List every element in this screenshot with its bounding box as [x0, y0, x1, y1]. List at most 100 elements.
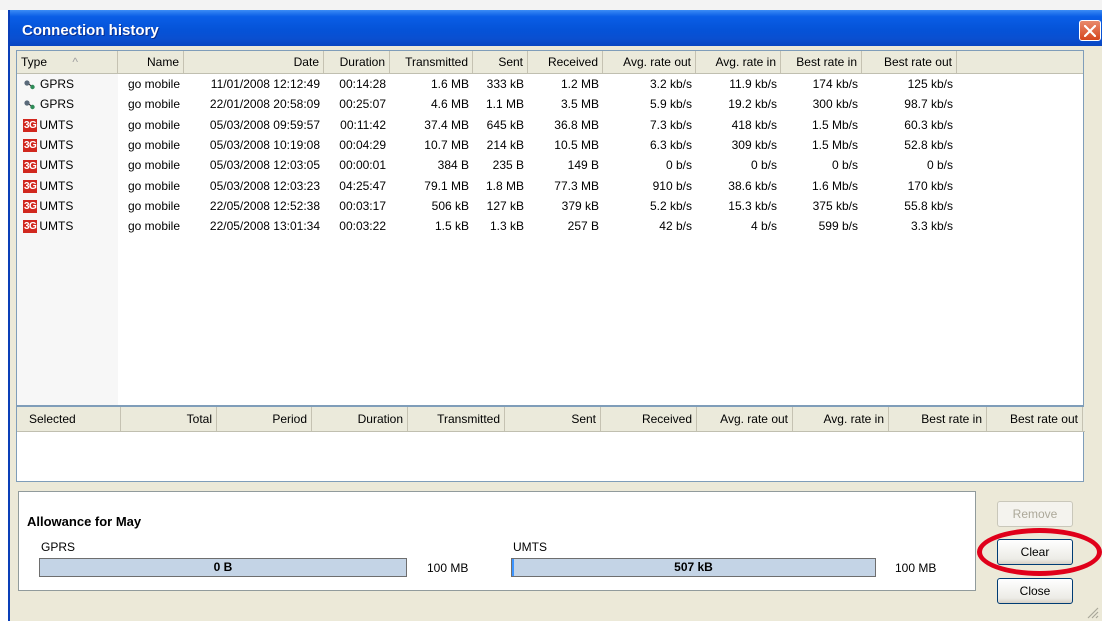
column-header-name[interactable]: Name [118, 51, 184, 73]
column-header-summary-avg-rate-out[interactable]: Avg. rate out [697, 407, 793, 431]
column-header-avg-rate-out[interactable]: Avg. rate out [603, 51, 696, 73]
close-icon [1084, 25, 1096, 37]
cell-name: go mobile [127, 137, 180, 152]
cell-avg-out: 5.9 kb/s [649, 97, 692, 112]
cell-received: 379 kB [561, 198, 599, 213]
clear-button[interactable]: Clear [997, 539, 1073, 565]
cell-best-out: 0 b/s [926, 158, 953, 173]
type-label: UMTS [39, 158, 74, 173]
table-row[interactable]: 3G UMTS go mobile 22/05/2008 12:52:38 00:03:… [17, 196, 1083, 216]
table-row[interactable]: GPRS go mobile 11/01/2008 12:12:49 00:14:28… [17, 74, 1083, 94]
cell-best-out: 55.8 kb/s [904, 198, 953, 213]
allowance-panel: Allowance for May GPRS 0 B 100 MB UMTS 5… [18, 491, 976, 591]
cell-duration: 00:00:01 [339, 158, 386, 173]
cell-date: 05/03/2008 10:19:08 [209, 137, 320, 152]
selection-summary-header: Selected Total Period Duration Transmitt… [17, 407, 1085, 432]
cell-best-in: 1.5 Mb/s [811, 137, 858, 152]
column-header-period[interactable]: Period [217, 407, 312, 431]
cell-transmitted: 10.7 MB [424, 137, 469, 152]
table-row[interactable]: GPRS go mobile 22/01/2008 20:58:09 00:25:07… [17, 94, 1083, 114]
type-label: UMTS [39, 219, 74, 234]
column-header-received[interactable]: Received [528, 51, 603, 73]
column-header-best-rate-in[interactable]: Best rate in [781, 51, 862, 73]
selection-summary-list[interactable]: Selected Total Period Duration Transmitt… [16, 406, 1085, 482]
column-header-best-rate-out[interactable]: Best rate out [862, 51, 957, 73]
cell-best-out: 3.3 kb/s [910, 219, 953, 234]
cell-sent: 214 kB [486, 137, 524, 152]
column-header-avg-rate-in[interactable]: Avg. rate in [696, 51, 781, 73]
cell-date: 22/05/2008 12:52:38 [209, 198, 320, 213]
cell-received: 149 B [567, 158, 599, 173]
cell-transmitted: 79.1 MB [424, 178, 469, 193]
column-header-total[interactable]: Total [121, 407, 217, 431]
umts-limit: 100 MB [895, 561, 937, 575]
cell-avg-out: 0 b/s [665, 158, 692, 173]
cell-date: 05/03/2008 12:03:05 [209, 158, 320, 173]
table-row[interactable]: 3G UMTS go mobile 22/05/2008 13:01:34 00:03:… [17, 216, 1083, 236]
type-label: GPRS [40, 97, 75, 112]
cell-received: 77.3 MB [554, 178, 599, 193]
resize-grip-icon[interactable] [1085, 605, 1099, 619]
close-button[interactable]: Close [997, 578, 1073, 604]
cell-received: 257 B [567, 219, 599, 234]
column-header-summary-best-rate-out[interactable]: Best rate out [987, 407, 1083, 431]
column-header-date[interactable]: Date [184, 51, 324, 73]
3g-icon: 3G [23, 220, 38, 234]
cell-best-in: 0 b/s [831, 158, 858, 173]
cell-duration: 04:25:47 [339, 178, 386, 193]
cell-name: go mobile [127, 178, 180, 193]
cell-type: 3G UMTS [17, 115, 118, 135]
allowance-title: Allowance for May [27, 514, 142, 529]
column-header-selected[interactable]: Selected [17, 407, 121, 431]
column-header-summary-duration[interactable]: Duration [312, 407, 408, 431]
cell-avg-in: 309 kb/s [731, 137, 777, 152]
cell-best-in: 1.5 Mb/s [811, 117, 858, 132]
column-header-summary-best-rate-in[interactable]: Best rate in [889, 407, 987, 431]
cell-transmitted: 37.4 MB [424, 117, 469, 132]
table-row[interactable]: 3G UMTS go mobile 05/03/2008 10:19:08 00:04:… [17, 135, 1083, 155]
cell-name: go mobile [127, 198, 180, 213]
3g-icon: 3G [23, 200, 38, 214]
column-header-summary-sent[interactable]: Sent [505, 407, 601, 431]
type-label: UMTS [39, 178, 74, 193]
cell-best-out: 125 kb/s [907, 77, 953, 91]
table-row[interactable]: 3G UMTS go mobile 05/03/2008 12:03:23 04:25:… [17, 176, 1083, 196]
gprs-limit: 100 MB [427, 561, 469, 575]
cell-best-in: 300 kb/s [812, 97, 858, 112]
3g-icon: 3G [23, 179, 38, 193]
column-header-type[interactable]: Type ^ [17, 51, 118, 73]
cell-type: GPRS [17, 94, 118, 114]
cell-best-out: 98.7 kb/s [904, 97, 953, 112]
column-header-sent[interactable]: Sent [473, 51, 528, 73]
column-header-summary-received[interactable]: Received [601, 407, 697, 431]
cell-avg-in: 11.9 kb/s [729, 77, 777, 91]
cell-avg-out: 6.3 kb/s [649, 137, 692, 152]
cell-best-out: 52.8 kb/s [904, 137, 953, 152]
sort-indicator-icon: ^ [72, 55, 78, 69]
cell-avg-out: 910 b/s [652, 178, 692, 193]
cell-type: 3G UMTS [17, 216, 118, 236]
title-bar[interactable]: Connection history [10, 10, 1102, 46]
cell-best-in: 375 kb/s [812, 198, 858, 213]
gprs-icon [24, 80, 35, 90]
cell-name: go mobile [127, 97, 180, 112]
cell-sent: 333 kB [486, 77, 524, 91]
cell-type: 3G UMTS [17, 176, 118, 196]
3g-icon: 3G [23, 159, 38, 173]
cell-duration: 00:25:07 [339, 97, 386, 112]
cell-sent: 127 kB [486, 198, 524, 213]
cell-duration: 00:03:22 [339, 219, 386, 234]
column-header-duration[interactable]: Duration [324, 51, 390, 73]
cell-received: 10.5 MB [554, 137, 599, 152]
column-header-transmitted[interactable]: Transmitted [390, 51, 473, 73]
cell-transmitted: 1.6 MB [430, 77, 469, 91]
cell-type: GPRS [17, 74, 118, 94]
window-close-button[interactable] [1079, 20, 1101, 41]
column-header-summary-avg-rate-in[interactable]: Avg. rate in [793, 407, 889, 431]
cell-avg-out: 7.3 kb/s [649, 117, 692, 132]
column-header-summary-transmitted[interactable]: Transmitted [408, 407, 505, 431]
remove-button[interactable]: Remove [997, 501, 1073, 527]
history-list[interactable]: Type ^ Name Date Duration Transmitted Se… [16, 50, 1084, 406]
table-row[interactable]: 3G UMTS go mobile 05/03/2008 09:59:57 00:11:… [17, 115, 1083, 135]
table-row[interactable]: 3G UMTS go mobile 05/03/2008 12:03:05 00:00:… [17, 155, 1083, 175]
